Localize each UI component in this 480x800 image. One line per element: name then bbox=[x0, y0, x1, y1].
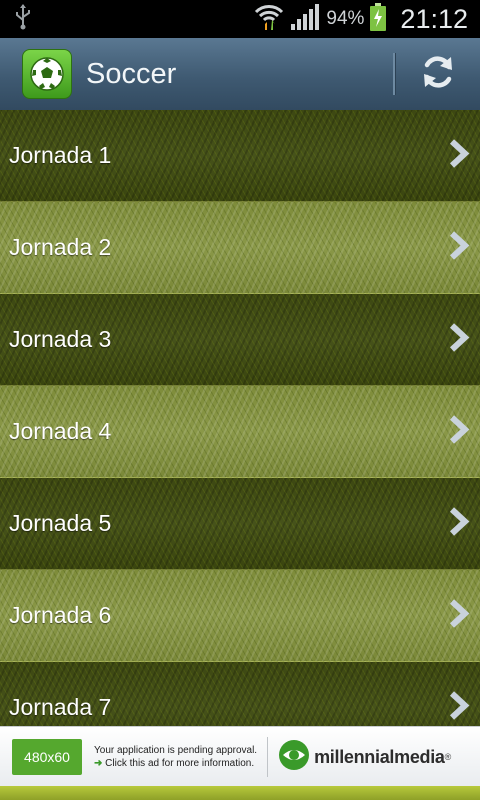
list-item-label: Jornada 4 bbox=[9, 418, 112, 444]
chevron-right-icon bbox=[448, 138, 470, 173]
chevron-right-icon bbox=[448, 690, 470, 725]
refresh-button[interactable] bbox=[396, 38, 480, 110]
list-item-label: Jornada 6 bbox=[9, 602, 112, 628]
list-item[interactable]: Jornada 2 bbox=[0, 202, 480, 294]
list-item[interactable]: Jornada 4 bbox=[0, 386, 480, 478]
ad-message-line1: Your application is pending approval. bbox=[94, 745, 258, 756]
registered-mark: ® bbox=[444, 752, 452, 762]
page-title: Soccer bbox=[86, 57, 177, 90]
chevron-right-icon bbox=[448, 322, 470, 357]
clock: 21:12 bbox=[400, 3, 468, 34]
list-item[interactable]: Jornada 7 bbox=[0, 662, 480, 726]
chevron-right-icon bbox=[448, 230, 470, 265]
bottom-grass-strip bbox=[0, 786, 480, 800]
ad-size-badge: 480x60 bbox=[12, 739, 82, 775]
arrow-right-icon: ➜ bbox=[94, 758, 103, 769]
list-item-label: Jornada 1 bbox=[9, 142, 112, 168]
wifi-icon bbox=[254, 3, 284, 36]
chevron-right-icon bbox=[448, 506, 470, 541]
battery-charging-icon bbox=[370, 2, 387, 36]
usb-icon bbox=[14, 3, 32, 35]
ad-message: Your application is pending approval. ➜ … bbox=[94, 744, 257, 770]
soccer-ball-icon[interactable] bbox=[22, 49, 72, 99]
list-item[interactable]: Jornada 6 bbox=[0, 570, 480, 662]
list-item[interactable]: Jornada 3 bbox=[0, 294, 480, 386]
list-item-label: Jornada 3 bbox=[9, 326, 112, 352]
chevron-right-icon bbox=[448, 598, 470, 633]
ad-brand-name: millennialmedia bbox=[314, 746, 445, 767]
status-bar: 94% 21:12 bbox=[0, 0, 480, 38]
list-item-label: Jornada 2 bbox=[9, 234, 112, 260]
eye-logo-icon bbox=[278, 739, 310, 776]
action-bar: Soccer bbox=[0, 38, 480, 110]
ad-message-line2: Click this ad for more information. bbox=[105, 758, 255, 769]
signal-icon bbox=[290, 3, 320, 35]
list-item-label: Jornada 5 bbox=[9, 510, 112, 536]
ad-divider bbox=[267, 737, 269, 777]
battery-percent: 94% bbox=[326, 8, 365, 29]
list-item[interactable]: Jornada 1 bbox=[0, 110, 480, 202]
chevron-right-icon bbox=[448, 414, 470, 449]
ad-brand: millennialmedia ® bbox=[278, 739, 451, 776]
jornada-list: Jornada 1 Jornada 2 Jornada 3 Jornada 4 … bbox=[0, 110, 480, 726]
list-item-label: Jornada 7 bbox=[9, 694, 112, 720]
ad-banner[interactable]: 480x60 Your application is pending appro… bbox=[0, 726, 480, 787]
refresh-icon bbox=[419, 53, 457, 96]
list-item[interactable]: Jornada 5 bbox=[0, 478, 480, 570]
